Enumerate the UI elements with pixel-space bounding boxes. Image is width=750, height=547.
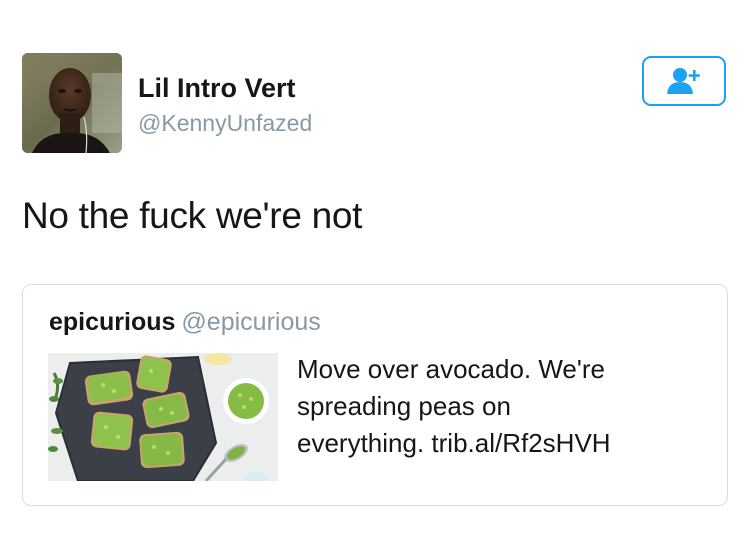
tweet-text: No the fuck we're not [22, 195, 363, 236]
quoted-tweet-text-line[interactable]: everything. trib.al/Rf2sHVH [297, 425, 707, 462]
quoted-tweet-image[interactable] [48, 353, 278, 481]
author-display-name[interactable]: Lil Intro Vert [138, 72, 312, 104]
author-block: Lil Intro Vert @KennyUnfazed [138, 72, 312, 138]
quoted-tweet-text: Move over avocado. We're spreading peas … [297, 351, 707, 462]
quoted-tweet-header: epicurious @epicurious [49, 307, 321, 337]
author-username[interactable]: @KennyUnfazed [138, 108, 312, 138]
quoted-author-name[interactable]: epicurious [49, 308, 175, 336]
avatar-photo [22, 53, 122, 153]
quoted-tweet-text-line: spreading peas on [297, 391, 511, 421]
add-user-icon [667, 68, 700, 94]
quoted-tweet-card[interactable]: epicurious @epicurious Move over avocado… [22, 284, 728, 506]
follow-button[interactable] [642, 56, 726, 106]
avatar[interactable] [22, 53, 122, 153]
tweet-screenshot: Lil Intro Vert @KennyUnfazed No the fuck… [0, 0, 750, 547]
quoted-author-username[interactable]: @epicurious [181, 308, 320, 336]
pea-toast-photo [48, 353, 278, 481]
quoted-tweet-text-line: Move over avocado. We're [297, 354, 605, 384]
